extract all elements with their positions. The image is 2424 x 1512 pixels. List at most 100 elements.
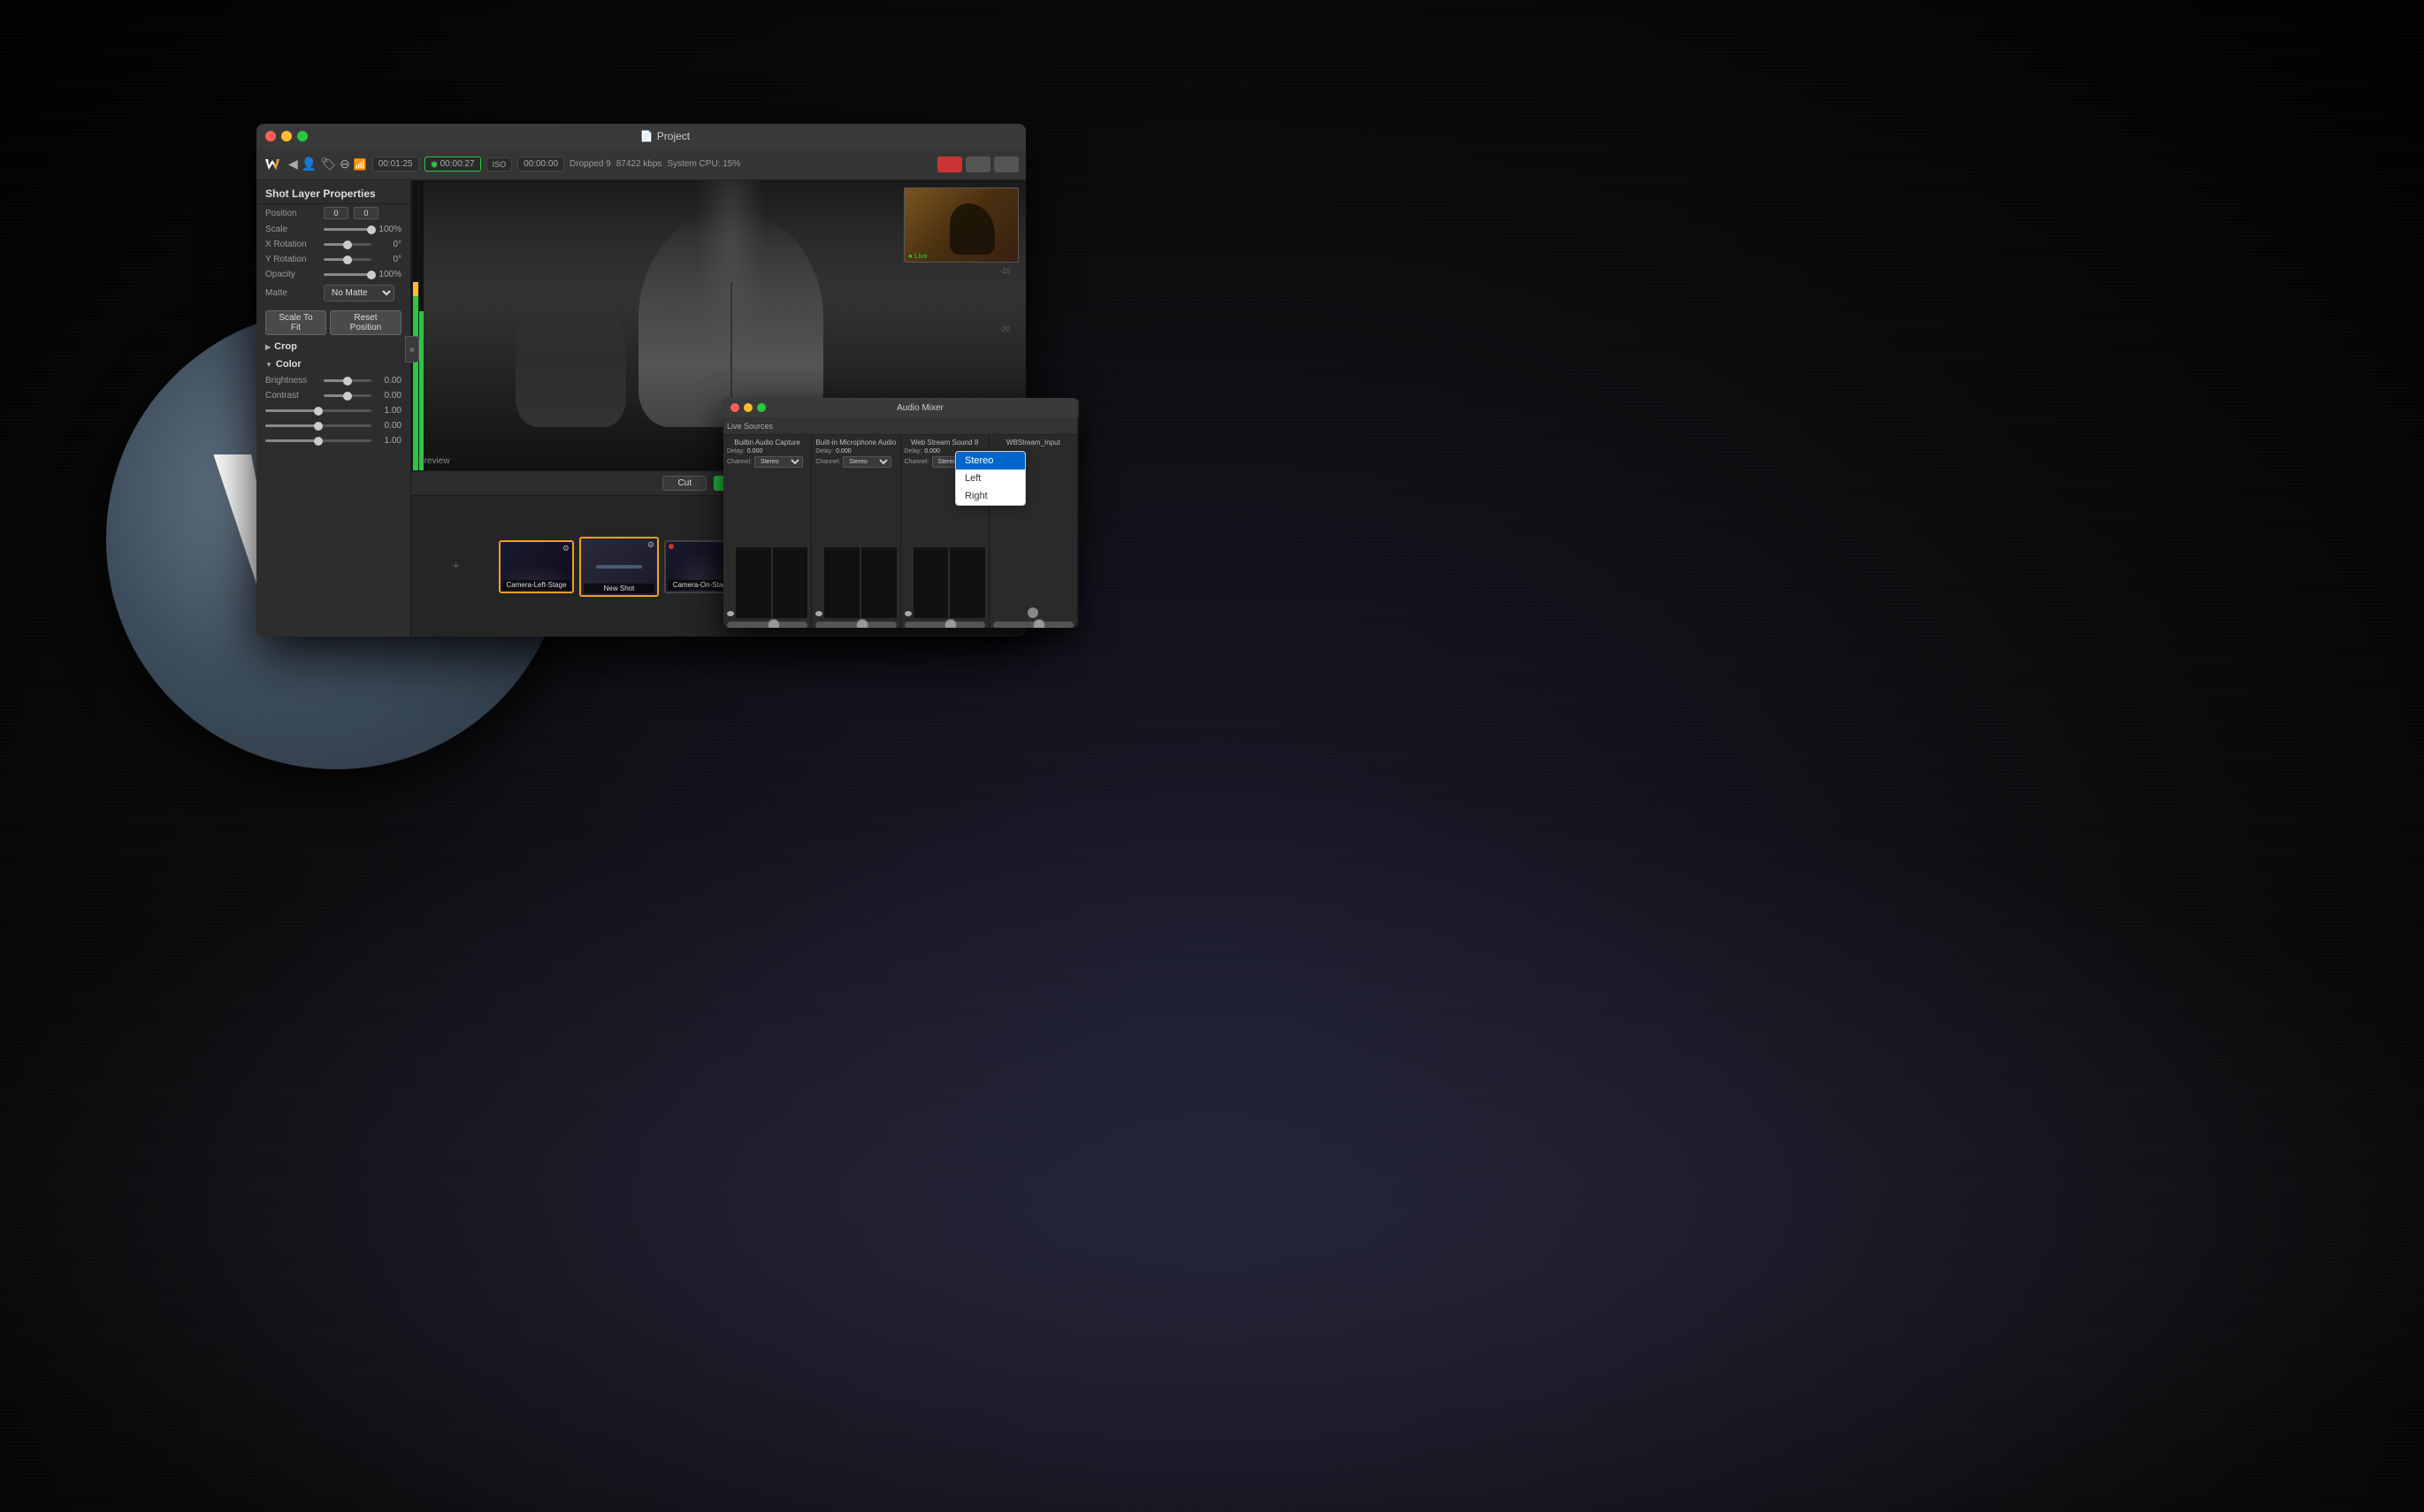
ch3-meter-l [914, 547, 949, 618]
shot-new-shot[interactable]: ⚙ New Shot [579, 537, 659, 597]
preview-label: Preview [418, 456, 450, 466]
channel-2-meters [815, 468, 896, 620]
color-extra3-row: 1.00 [256, 433, 410, 448]
dropdown-item-left[interactable]: Left [956, 470, 1025, 487]
toolbar-person-icon[interactable]: 👤 [302, 157, 317, 172]
ch4-fader-thumb[interactable] [1033, 619, 1045, 628]
add-shot-top-button[interactable]: + [418, 554, 493, 580]
channel-2-name: Built-in Microphone Audio [815, 439, 896, 447]
minimize-button[interactable] [281, 131, 292, 141]
ch3-fader-thumb[interactable] [944, 619, 957, 628]
ch3-fader[interactable] [905, 622, 985, 628]
channel-4-name: WBStream_Input [993, 439, 1074, 447]
ch3-channel-label: Channel: [905, 459, 929, 465]
position-label: Position [265, 209, 318, 218]
scale-to-fit-button[interactable]: Scale To Fit [265, 310, 326, 335]
shot-gear-icon: ⚙ [562, 544, 570, 554]
audio-channel-1: Builtin Audio Capture Delay: 0.000 Chann… [723, 435, 812, 628]
ch2-channel-select[interactable]: Stereo [843, 456, 891, 468]
ch3-delay-value: 0.000 [924, 448, 940, 454]
audio-minimize-button[interactable] [744, 403, 753, 412]
position-x-input[interactable] [324, 207, 348, 219]
ch2-fader-knob[interactable] [815, 611, 822, 616]
ch1-delay-label: Delay: [727, 448, 745, 454]
x-rotation-label: X Rotation [265, 240, 318, 249]
close-button[interactable] [265, 131, 276, 141]
color-extra1-slider[interactable] [265, 409, 371, 412]
ch1-meter-l [736, 547, 771, 618]
left-panel: Shot Layer Properties Position Scale 100… [256, 180, 411, 637]
ch4-fader[interactable] [993, 622, 1074, 628]
dropdown-item-right[interactable]: Right [956, 487, 1025, 505]
panel-title: Shot Layer Properties [256, 180, 410, 204]
title-text: Project [657, 130, 690, 142]
audio-channel-2: Built-in Microphone Audio Delay: 0.000 C… [812, 435, 900, 628]
scale-slider-container [324, 228, 371, 231]
rec-btn-2[interactable] [966, 157, 990, 172]
matte-select[interactable]: No Matte [324, 285, 394, 302]
rec-btn-1[interactable] [937, 157, 962, 172]
rec-btn-3[interactable] [994, 157, 1019, 172]
color-triangle: ▼ [265, 361, 272, 369]
status-timer3: 00:00:00 [517, 157, 564, 172]
matte-label: Matte [265, 288, 318, 298]
toolbar-tag-icon[interactable]: 🏷 [320, 157, 336, 172]
status-timer2-value: 00:00:27 [440, 159, 475, 169]
ch1-fader-thumb[interactable] [768, 619, 780, 628]
channel-1-meters [727, 468, 807, 620]
status-stream: 00:00:27 [424, 157, 481, 172]
contrast-slider[interactable] [324, 394, 371, 397]
opacity-value: 100% [377, 270, 401, 279]
color-section-header[interactable]: ▼ Color [256, 355, 410, 373]
opacity-slider[interactable] [324, 273, 371, 276]
toolbar-back-icon[interactable]: ◀ [288, 157, 298, 172]
dropdown-item-stereo[interactable]: Stereo [956, 452, 1025, 470]
ch2-meter-r [861, 547, 897, 618]
status-cpu: System CPU: 15% [667, 159, 740, 169]
color-extra1-value: 1.00 [377, 406, 401, 416]
ch1-fader[interactable] [727, 622, 807, 628]
reset-position-button[interactable]: Reset Position [330, 310, 401, 335]
color-extra3-slider[interactable] [265, 439, 371, 442]
scale-slider[interactable] [324, 228, 371, 231]
window-titlebar: 📄 Project [256, 124, 1026, 149]
position-row: Position [256, 204, 410, 222]
ch3-delay-label: Delay: [905, 448, 922, 454]
brightness-row: Brightness 0.00 [256, 373, 410, 388]
ch1-fader-knob[interactable] [727, 611, 734, 616]
crop-section-header[interactable]: ▶ Crop [256, 338, 410, 355]
window-title: 📄 Project [313, 130, 1017, 142]
audio-close-button[interactable] [730, 403, 739, 412]
ch2-fader[interactable] [815, 622, 896, 628]
opacity-slider-container [324, 273, 371, 276]
ch1-meter-r [773, 547, 808, 618]
cut-button[interactable]: Cut [662, 476, 707, 491]
audio-mixer-titlebar: Audio Mixer [723, 398, 1077, 417]
scale-value: 100% [377, 225, 401, 234]
maximize-button[interactable] [297, 131, 308, 141]
color-extra2-slider[interactable] [265, 424, 371, 427]
brightness-slider[interactable] [324, 379, 371, 382]
live-sources-bar: Live Sources [723, 417, 1077, 435]
contrast-row: Contrast 0.00 [256, 388, 410, 403]
toolbar-status: 📶 00:01:25 00:00:27 ISO 00:00:00 Dropped… [354, 157, 741, 172]
y-rotation-slider[interactable] [324, 258, 371, 261]
toolbar-minus-icon[interactable]: ⊖ [340, 157, 350, 172]
y-rotation-row: Y Rotation 0° [256, 252, 410, 267]
ch3-fader-knob[interactable] [905, 611, 912, 616]
new-shot-label: New Shot [584, 584, 654, 593]
position-y-input[interactable] [354, 207, 379, 219]
y-rotation-label: Y Rotation [265, 255, 318, 264]
audio-maximize-button[interactable] [757, 403, 766, 412]
ch2-fader-thumb[interactable] [856, 619, 868, 628]
ch4-fader-knob[interactable] [1028, 607, 1038, 618]
ch2-meter-l [824, 547, 860, 618]
status-dropped: Dropped 9 [570, 159, 611, 169]
panel-collapse-arrow[interactable]: « [405, 336, 419, 363]
ch1-channel-select[interactable]: Stereo [754, 456, 803, 468]
toolbar: ◀ 👤 🏷 ⊖ 📶 00:01:25 00:00:27 ISO 00:00:00 [256, 149, 1026, 180]
opacity-row: Opacity 100% [256, 267, 410, 282]
shot-camera-left-stage[interactable]: ⚙ Camera-Left-Stage [499, 540, 574, 593]
x-rotation-slider[interactable] [324, 243, 371, 246]
channel-3-name: Web Stream Sound 8 [905, 439, 985, 447]
